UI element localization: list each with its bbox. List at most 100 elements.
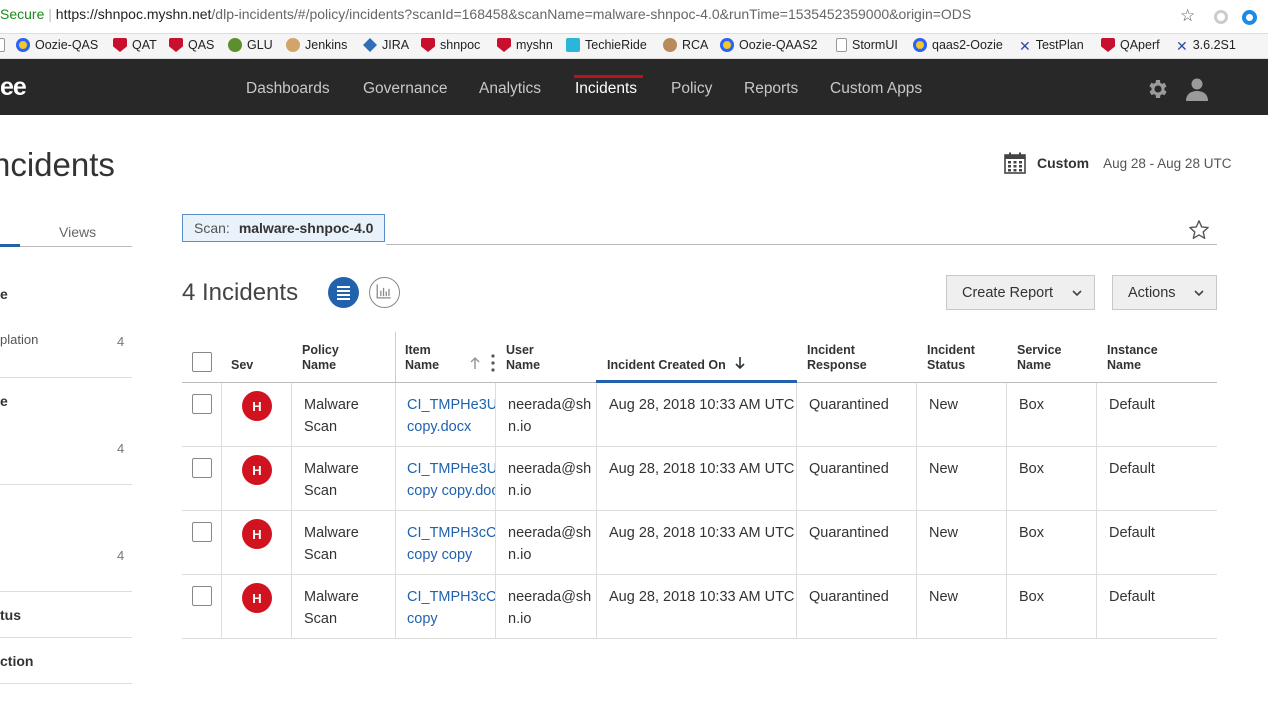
- bookmark-item[interactable]: QAT: [113, 38, 157, 52]
- testplan-icon: ✕: [1019, 38, 1031, 54]
- nav-incidents[interactable]: Incidents: [575, 80, 637, 98]
- column-separator: [1096, 383, 1097, 639]
- column-header-policy-name[interactable]: Policy Name: [302, 332, 339, 383]
- item-name-link[interactable]: CI_TMPH3cCPcopy: [407, 586, 495, 630]
- sort-ascending-icon[interactable]: [470, 356, 480, 370]
- column-header-incident-response[interactable]: Incident Response: [807, 332, 867, 383]
- actions-button[interactable]: Actions: [1112, 275, 1217, 310]
- column-header-sev[interactable]: Sev: [231, 332, 253, 383]
- calendar-icon: [1004, 152, 1026, 174]
- url-path: /dlp-incidents/#/policy/incidents?scanId…: [211, 6, 972, 22]
- bookmark-item[interactable]: JIRA: [363, 38, 409, 52]
- instance-name-cell: Default: [1109, 525, 1155, 541]
- sidebar-group-heading[interactable]: tus: [0, 607, 21, 623]
- bookmark-item[interactable]: StormUI: [836, 38, 898, 52]
- column-separator: [796, 383, 797, 639]
- rca-icon: [663, 38, 677, 52]
- incident-response-cell: Quarantined: [809, 589, 889, 605]
- policy-name-cell: Malware Scan: [304, 461, 359, 499]
- table-row[interactable]: H MalwareScan CI_TMPHe3UFcopy.docx neera…: [182, 383, 1217, 447]
- tab-views[interactable]: Views: [59, 224, 96, 240]
- incident-status-cell: New: [929, 589, 959, 605]
- user-icon[interactable]: [1186, 77, 1208, 101]
- list-view-button[interactable]: [328, 277, 359, 308]
- severity-badge: H: [242, 519, 272, 549]
- nav-dashboards[interactable]: Dashboards: [246, 80, 330, 98]
- bookmark-item[interactable]: qaas2-Oozie: [913, 38, 1003, 52]
- column-header-item-name[interactable]: Item Name: [405, 332, 439, 383]
- star-icon[interactable]: [1188, 219, 1210, 241]
- logo[interactable]: ee: [0, 73, 27, 102]
- nav-reports[interactable]: Reports: [744, 80, 798, 98]
- service-name-cell: Box: [1019, 589, 1044, 605]
- column-header-incident-created-on[interactable]: Incident Created On: [607, 332, 726, 383]
- column-menu-icon[interactable]: [491, 354, 495, 372]
- sidebar-divider: [0, 637, 132, 638]
- nav-policy[interactable]: Policy: [671, 80, 712, 98]
- column-header-service-name[interactable]: Service Name: [1017, 332, 1061, 383]
- bookmark-item[interactable]: RCA: [663, 38, 708, 52]
- sidebar-group-heading[interactable]: e: [0, 286, 8, 302]
- extension-icon[interactable]: [1214, 10, 1228, 24]
- column-separator: [596, 383, 597, 639]
- item-name-link[interactable]: CI_TMPH3cCPcopy copy: [407, 522, 495, 566]
- table-row[interactable]: H MalwareScan CI_TMPH3cCPcopy copy neera…: [182, 511, 1217, 575]
- oozie-icon: [913, 38, 927, 52]
- bookmark-item[interactable]: ✕ 3.6.2S1: [1176, 38, 1236, 54]
- column-separator: [1006, 383, 1007, 639]
- sort-descending-icon[interactable]: [735, 356, 745, 370]
- list-icon: [337, 286, 350, 300]
- sidebar-group-heading[interactable]: ction: [0, 653, 33, 669]
- bookmark-item[interactable]: myshn: [497, 38, 553, 52]
- select-all-checkbox[interactable]: [192, 352, 212, 372]
- bookmark-item[interactable]: Oozie-QAAS2: [720, 38, 818, 52]
- glu-icon: [228, 38, 242, 52]
- sidebar-group-heading[interactable]: e: [0, 393, 8, 409]
- service-name-cell: Box: [1019, 397, 1044, 413]
- column-header-incident-status[interactable]: Incident Status: [927, 332, 975, 383]
- severity-badge: H: [242, 391, 272, 421]
- bookmark-item[interactable]: Oozie-QAS: [16, 38, 98, 52]
- scan-filter-chip[interactable]: Scan: malware-shnpoc-4.0: [182, 214, 386, 242]
- create-report-button[interactable]: Create Report: [946, 275, 1095, 310]
- column-header-user-name[interactable]: User Name: [506, 332, 540, 383]
- nav-analytics[interactable]: Analytics: [479, 80, 541, 98]
- row-checkbox[interactable]: [192, 522, 212, 542]
- nav-governance[interactable]: Governance: [363, 80, 447, 98]
- bookmark-item[interactable]: GLU: [228, 38, 273, 52]
- bookmark-star-icon[interactable]: ☆: [1180, 6, 1195, 26]
- column-header-instance-name[interactable]: Instance Name: [1107, 332, 1158, 383]
- row-checkbox[interactable]: [192, 394, 212, 414]
- gear-icon[interactable]: [1145, 77, 1169, 101]
- table-row[interactable]: H MalwareScan CI_TMPH3cCPcopy neerada@sh…: [182, 575, 1217, 639]
- bookmark-partial[interactable]: [0, 38, 10, 52]
- shield-icon: [113, 38, 127, 52]
- row-checkbox[interactable]: [192, 586, 212, 606]
- column-separator: [395, 383, 396, 639]
- bookmark-item[interactable]: QAS: [169, 38, 214, 52]
- extension-ring-icon[interactable]: [1242, 10, 1257, 25]
- bookmark-item[interactable]: shnpoc: [421, 38, 480, 52]
- item-name-link[interactable]: CI_TMPHe3UFcopy copy.doc: [407, 458, 495, 502]
- policy-name-cell: Malware Scan: [304, 525, 359, 563]
- bookmark-item[interactable]: Jenkins: [286, 38, 347, 52]
- url-text[interactable]: Secure | https://shnpoc.myshn.net/dlp-in…: [0, 6, 971, 22]
- row-checkbox[interactable]: [192, 458, 212, 478]
- bookmark-item[interactable]: ✕ TestPlan: [1019, 38, 1084, 54]
- nav-active-indicator: [574, 75, 643, 78]
- date-range-label: Custom: [1037, 155, 1090, 171]
- chart-view-button[interactable]: [369, 277, 400, 308]
- sidebar-tab-active-indicator: [0, 244, 20, 247]
- severity-badge: H: [242, 455, 272, 485]
- bookmark-item[interactable]: TechieRide: [566, 38, 647, 52]
- table-row[interactable]: H MalwareScan CI_TMPHe3UFcopy copy.doc n…: [182, 447, 1217, 511]
- bookmark-item[interactable]: QAperf: [1101, 38, 1160, 52]
- browser-address-bar[interactable]: Secure | https://shnpoc.myshn.net/dlp-in…: [0, 0, 1268, 34]
- date-range-picker[interactable]: Custom Aug 28 - Aug 28 UTC: [1004, 152, 1231, 174]
- nav-custom-apps[interactable]: Custom Apps: [830, 80, 922, 98]
- policy-name-cell: Malware Scan: [304, 589, 359, 627]
- column-separator: [916, 383, 917, 639]
- item-name-link[interactable]: CI_TMPHe3UFcopy.docx: [407, 394, 495, 438]
- sidebar-filter-item[interactable]: plation: [0, 332, 38, 347]
- chevron-down-icon: [1194, 290, 1204, 297]
